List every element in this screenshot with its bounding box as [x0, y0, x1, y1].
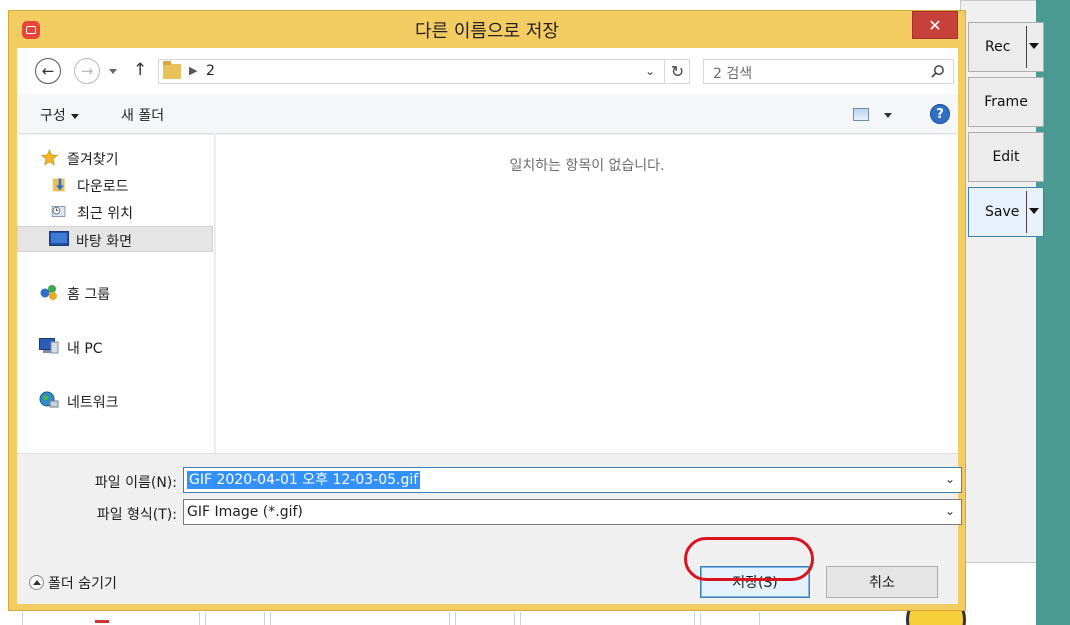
change-view-icon[interactable]	[853, 108, 869, 121]
filename-value[interactable]: GIF 2020-04-01 오후 12-03-05.gif	[187, 471, 421, 489]
hide-folders-toggle[interactable]: 폴더 숨기기	[29, 573, 117, 593]
filetype-dropdown-icon[interactable]: ⌄	[945, 504, 955, 518]
network-icon	[39, 391, 59, 408]
search-placeholder: 2 검색	[713, 66, 753, 82]
search-input[interactable]: 2 검색	[703, 59, 954, 84]
nav-label-homegroup: 홈 그룹	[67, 287, 111, 303]
recent-places-icon	[51, 205, 66, 218]
split-divider	[1026, 191, 1027, 233]
address-dropdown-icon[interactable]: ⌄	[645, 64, 655, 78]
frame-button[interactable]: Frame	[968, 77, 1044, 127]
edit-button-label: Edit	[992, 149, 1020, 165]
save-as-dialog: 다른 이름으로 저장 ✕ ← → ↑ ▶ 2 ⌄ ↻ 2 검색 구성 새 폴더 …	[8, 10, 966, 611]
nav-label-recent: 최근 위치	[77, 206, 133, 222]
folder-icon	[163, 61, 181, 79]
filename-label: 파일 이름(N):	[94, 475, 177, 491]
dialog-title: 다른 이름으로 저장	[415, 21, 559, 42]
view-dropdown-icon[interactable]	[884, 113, 892, 118]
frame-button-label: Frame	[984, 94, 1028, 110]
back-arrow-icon[interactable]: ←	[35, 58, 61, 84]
cancel-button[interactable]: 취소	[826, 566, 938, 598]
breadcrumb-chevron-icon[interactable]: ▶	[189, 64, 197, 77]
search-icon[interactable]	[930, 64, 945, 79]
rec-button-label: Rec	[985, 39, 1011, 55]
background-cell	[455, 612, 515, 625]
empty-folder-message: 일치하는 항목이 없습니다.	[509, 158, 665, 174]
edit-button[interactable]: Edit	[968, 132, 1044, 182]
save-app-button[interactable]: Save	[968, 187, 1044, 237]
command-toolbar: 구성 새 폴더 ?	[17, 94, 958, 134]
help-icon[interactable]: ?	[930, 104, 950, 124]
background-cell	[205, 612, 265, 625]
background-cell	[520, 612, 695, 625]
recent-locations-dropdown-icon[interactable]	[109, 69, 117, 74]
computer-icon	[39, 338, 59, 354]
refresh-icon[interactable]: ↻	[664, 60, 690, 83]
breadcrumb-path[interactable]: 2	[206, 63, 215, 79]
nav-item-desktop[interactable]: 바탕 화면	[17, 226, 213, 252]
split-divider	[1026, 26, 1027, 68]
filetype-label: 파일 형식(T):	[96, 507, 177, 523]
dialog-client-area: ← → ↑ ▶ 2 ⌄ ↻ 2 검색 구성 새 폴더 ? 즐겨찾기 다운로드 최…	[17, 48, 962, 604]
filetype-select[interactable]: GIF Image (*.gif) ⌄	[183, 499, 962, 525]
save-options-area: 파일 이름(N): GIF 2020-04-01 오후 12-03-05.gif…	[17, 453, 962, 604]
up-arrow-icon[interactable]: ↑	[133, 60, 147, 80]
new-folder-button[interactable]: 새 폴더	[121, 105, 164, 125]
background-red-mark	[95, 620, 109, 623]
nav-item-recent[interactable]: 최근 위치	[17, 199, 213, 225]
nav-label-pc: 내 PC	[67, 341, 103, 357]
nav-item-network[interactable]: 네트워크	[17, 388, 213, 414]
navigation-bar: ← → ↑ ▶ 2 ⌄ ↻ 2 검색	[17, 48, 958, 94]
nav-label-downloads: 다운로드	[77, 179, 129, 195]
filename-dropdown-icon[interactable]: ⌄	[945, 472, 955, 486]
desktop-icon	[49, 231, 69, 246]
file-list-pane[interactable]: 일치하는 항목이 없습니다.	[216, 135, 958, 453]
save-dropdown-icon[interactable]	[1029, 208, 1039, 214]
save-app-button-label: Save	[985, 204, 1020, 220]
background-cell	[700, 612, 760, 625]
collapse-up-icon	[29, 575, 44, 590]
downloads-folder-icon	[52, 178, 65, 192]
nav-label-network: 네트워크	[67, 395, 119, 411]
nav-item-pc[interactable]: 내 PC	[17, 334, 213, 360]
hide-folders-label: 폴더 숨기기	[48, 576, 117, 592]
rec-button[interactable]: Rec	[968, 22, 1044, 72]
highlight-annotation	[684, 537, 814, 581]
organize-label: 구성	[40, 108, 66, 124]
filename-field[interactable]: GIF 2020-04-01 오후 12-03-05.gif ⌄	[183, 467, 962, 493]
navigation-pane: 즐겨찾기 다운로드 최근 위치 바탕 화면 홈 그룹 내 PC 네트워크	[17, 135, 215, 453]
filetype-value: GIF Image (*.gif)	[187, 504, 303, 520]
nav-item-favorites[interactable]: 즐겨찾기	[17, 145, 213, 171]
nav-item-downloads[interactable]: 다운로드	[17, 172, 213, 198]
background-cell	[270, 612, 450, 625]
title-bar[interactable]: 다른 이름으로 저장 ✕	[9, 11, 965, 47]
homegroup-icon	[40, 285, 57, 300]
nav-item-homegroup[interactable]: 홈 그룹	[17, 280, 213, 306]
star-icon	[41, 149, 58, 166]
chevron-down-icon	[70, 113, 79, 119]
background-cell	[22, 612, 200, 625]
close-button[interactable]: ✕	[912, 11, 958, 39]
forward-arrow-icon[interactable]: →	[74, 58, 100, 84]
address-bar[interactable]: ▶ 2 ⌄ ↻	[158, 59, 690, 84]
nav-label-favorites: 즐겨찾기	[67, 152, 119, 168]
nav-label-desktop: 바탕 화면	[76, 234, 132, 250]
organize-menu[interactable]: 구성	[40, 105, 79, 125]
rec-dropdown-icon[interactable]	[1029, 43, 1039, 49]
